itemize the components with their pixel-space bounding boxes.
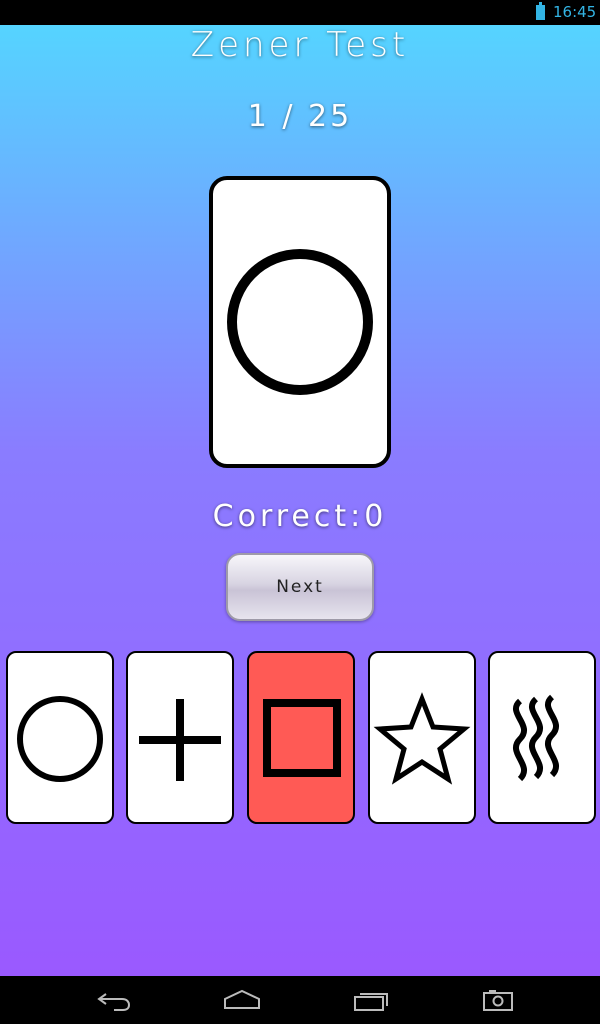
choice-card-circle[interactable] (6, 651, 114, 824)
current-card (209, 176, 391, 468)
status-clock: 16:45 (553, 3, 597, 21)
page-title: Zener Test (190, 25, 410, 65)
recent-apps-icon[interactable] (352, 988, 390, 1012)
choice-card-waves[interactable] (488, 651, 596, 824)
waves-icon (513, 694, 559, 782)
choice-card-plus[interactable] (126, 651, 234, 824)
battery-icon (536, 2, 545, 20)
choice-card-star[interactable] (368, 651, 476, 824)
square-icon (263, 699, 341, 777)
plus-icon (139, 699, 221, 781)
next-button[interactable]: Next (226, 553, 374, 621)
home-icon[interactable] (223, 988, 261, 1012)
navigation-bar (0, 976, 600, 1024)
circle-icon (227, 249, 373, 395)
correct-count: Correct:0 (212, 499, 388, 534)
progress-counter: 1 / 25 (247, 99, 353, 134)
circle-icon (17, 696, 103, 782)
choice-card-square[interactable] (247, 651, 355, 824)
screenshot-icon[interactable] (482, 988, 514, 1012)
back-icon[interactable] (96, 988, 132, 1012)
star-icon (373, 692, 471, 785)
status-bar: 16:45 (0, 0, 600, 25)
app-screen: Zener Test 1 / 25 Correct:0 Next (0, 25, 600, 976)
